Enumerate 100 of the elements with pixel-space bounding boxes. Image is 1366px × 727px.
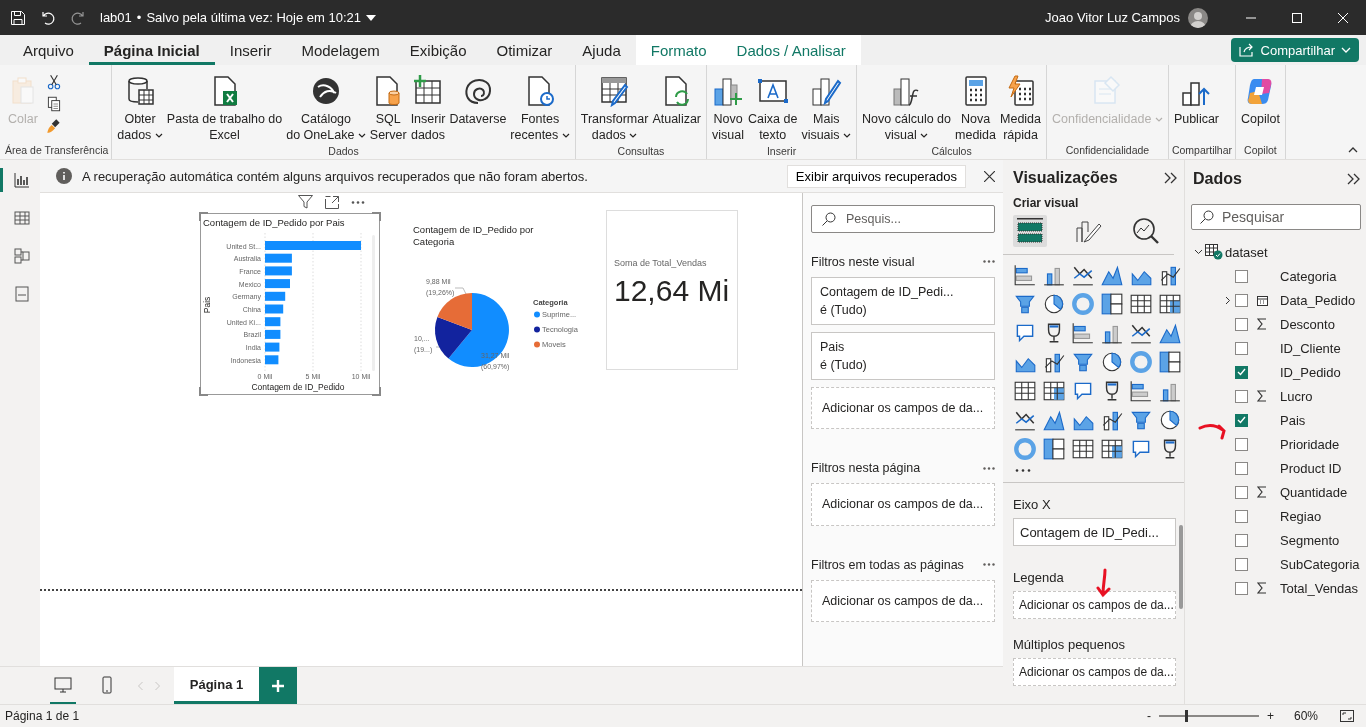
checkbox[interactable]	[1235, 389, 1248, 403]
field-name[interactable]: Quantidade	[1280, 484, 1348, 500]
add-page-button[interactable]	[259, 667, 297, 704]
drop-field-zone[interactable]: Adicionar os campos de da...	[1013, 591, 1176, 619]
close-icon[interactable]	[984, 170, 995, 182]
field-name[interactable]: ID_Pedido	[1280, 364, 1341, 380]
ribbon-button[interactable]: Nova medida	[953, 73, 998, 145]
stacked-rows-icon[interactable]	[1013, 215, 1047, 248]
checkbox[interactable]	[1235, 413, 1248, 427]
bar[interactable]	[265, 279, 290, 289]
checkbox[interactable]	[1235, 509, 1248, 523]
zoom-in-button[interactable]: +	[1266, 709, 1274, 723]
resize-handle[interactable]	[372, 387, 381, 396]
show-recovered-files-button[interactable]: Exibir arquivos recuperados	[786, 164, 966, 188]
bar-chart-icon[interactable]	[1013, 263, 1037, 288]
search-field[interactable]: Pesquis...	[811, 205, 995, 233]
avatar[interactable]	[1188, 7, 1208, 28]
checkbox[interactable]	[1235, 341, 1248, 355]
treemap-icon[interactable]	[1100, 292, 1124, 317]
focus-mode-icon[interactable]	[325, 195, 339, 209]
area-chart-icon[interactable]	[1158, 321, 1182, 346]
zoom-slider-thumb[interactable]	[1184, 710, 1188, 722]
ribbon-button[interactable]: Inserir dados	[408, 73, 448, 145]
checkbox[interactable]	[1235, 581, 1248, 595]
field-name[interactable]: Total_Vendas	[1280, 580, 1359, 596]
field-name[interactable]: Regiao	[1280, 508, 1322, 524]
collapse-ribbon-icon[interactable]	[1348, 147, 1358, 153]
ribbon-button[interactable]: Catálogo do OneLake	[284, 73, 368, 145]
bar[interactable]	[265, 329, 281, 339]
scissors-icon[interactable]	[45, 73, 63, 91]
ribbon-button[interactable]: Pasta de trabalho do Excel	[164, 73, 285, 145]
collapse-pane-icon[interactable]	[1347, 173, 1361, 185]
ribbon-tab[interactable]: Otimizar	[481, 35, 568, 65]
field-name[interactable]: Categoria	[1280, 268, 1337, 284]
filter-icon[interactable]	[298, 195, 313, 209]
fit-to-page-icon[interactable]	[1340, 710, 1354, 722]
bar[interactable]	[265, 304, 284, 314]
more-visuals-icon[interactable]	[1015, 469, 1031, 472]
share-button[interactable]: Compartilhar	[1230, 38, 1359, 62]
area-chart-icon[interactable]	[1100, 263, 1124, 288]
ribbon-button[interactable]: SQL Server	[367, 73, 409, 145]
bar-chart-icon[interactable]	[1129, 379, 1153, 404]
checkbox[interactable]	[1235, 269, 1248, 283]
ribbon-tab[interactable]: Ajuda	[567, 35, 636, 65]
checkbox[interactable]	[1235, 293, 1248, 307]
more-options-icon[interactable]	[351, 200, 365, 204]
area-chart-icon[interactable]	[1042, 408, 1066, 433]
checkbox[interactable]	[1235, 557, 1248, 571]
ribbon-tab[interactable]: Inserir	[214, 35, 287, 65]
ribbon-button[interactable]: Mais visuais	[799, 73, 854, 145]
filter-card[interactable]: Pais é (Tudo)	[811, 331, 995, 380]
drop-field-zone[interactable]: Adicionar os campos de da...	[1013, 658, 1176, 686]
ribbon-button[interactable]: Obter dados	[115, 73, 165, 145]
maximize-icon[interactable]	[1292, 12, 1302, 23]
pie-slice[interactable]	[435, 316, 472, 359]
treemap-icon[interactable]	[1158, 350, 1182, 375]
ribbon-button[interactable]: Publicar	[1171, 73, 1222, 129]
drop-field-zone[interactable]: Adicionar os campos de da...	[811, 386, 995, 429]
more-options-icon[interactable]	[983, 466, 995, 470]
page-tab[interactable]: Página 1	[174, 667, 259, 704]
field-name[interactable]: Data_Pedido	[1280, 292, 1356, 308]
field-name[interactable]: Product ID	[1280, 460, 1342, 476]
ribbon-tab[interactable]: Exibição	[394, 35, 482, 65]
card-visual[interactable]: Soma de Total_Vendas 12,64 Mi	[606, 210, 738, 370]
ribbon-button[interactable]: Transformar dados	[578, 73, 651, 145]
minimize-icon[interactable]	[1246, 16, 1256, 19]
scrollbar[interactable]	[1179, 525, 1183, 609]
checkbox[interactable]	[1235, 461, 1248, 475]
checkbox[interactable]	[1235, 365, 1248, 379]
ribbon-button[interactable]: Medida rápida	[998, 73, 1043, 145]
resize-handle[interactable]	[372, 212, 381, 221]
field-name[interactable]: SubCategoria	[1280, 556, 1360, 572]
filter-card[interactable]: Contagem de ID_Pedi... é (Tudo)	[811, 276, 995, 325]
treemap-icon[interactable]	[1042, 437, 1066, 462]
field-name[interactable]: Prioridade	[1280, 436, 1340, 452]
caret-icon[interactable]	[366, 14, 376, 21]
redo-icon[interactable]	[70, 9, 86, 26]
ribbon-button[interactable]: Novo visual	[710, 73, 747, 145]
ribbon-button[interactable]: Caixa de texto	[746, 73, 800, 145]
field-name[interactable]: Segmento	[1280, 532, 1340, 548]
search-field[interactable]: Pesquisar	[1191, 204, 1361, 230]
undo-icon[interactable]	[40, 9, 56, 26]
collapse-pane-icon[interactable]	[1164, 172, 1178, 184]
ribbon-button[interactable]: Copilot	[1239, 73, 1282, 129]
checkbox[interactable]	[1235, 533, 1248, 547]
ribbon-tab[interactable]: Arquivo	[8, 35, 89, 65]
ribbon-button[interactable]: Novo cálculo do visual	[860, 73, 953, 145]
more-options-icon[interactable]	[983, 260, 995, 264]
bar-chart-icon[interactable]	[1071, 321, 1095, 346]
field-name[interactable]: ID_Cliente	[1280, 340, 1341, 356]
field-name[interactable]: Lucro	[1280, 388, 1313, 404]
checkbox[interactable]	[1235, 485, 1248, 499]
zoom-out-button[interactable]: -	[1146, 709, 1151, 723]
collapse-icon[interactable]	[1193, 249, 1203, 255]
paintbrush-icon[interactable]	[45, 117, 63, 135]
checkbox[interactable]	[1235, 437, 1248, 451]
ribbon-tab[interactable]: Modelagem	[286, 35, 395, 65]
bar[interactable]	[265, 317, 281, 327]
field-pill[interactable]: Contagem de ID_Pedi...	[1013, 518, 1176, 546]
expand-icon[interactable]	[1225, 295, 1231, 305]
